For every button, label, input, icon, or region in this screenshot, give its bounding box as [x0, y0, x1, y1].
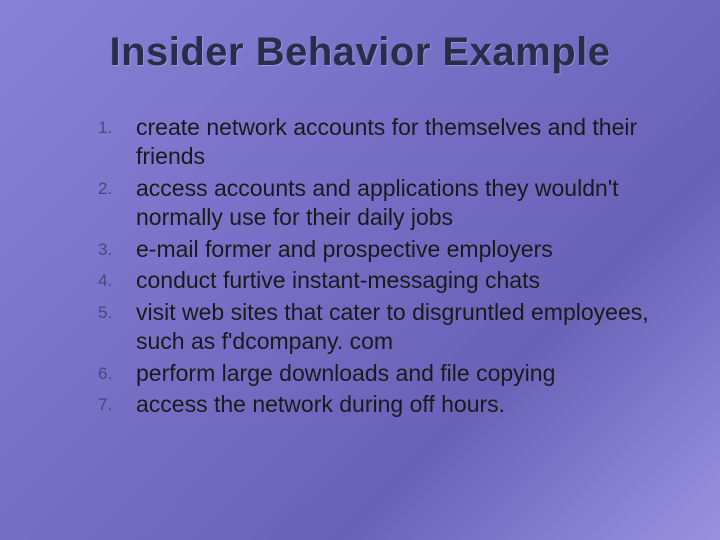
- list-text: create network accounts for themselves a…: [128, 113, 680, 172]
- list-item: 2. access accounts and applications they…: [98, 174, 680, 233]
- list-number: 1.: [98, 113, 128, 139]
- list-item: 5. visit web sites that cater to disgrun…: [98, 298, 680, 357]
- list-item: 7. access the network during off hours.: [98, 390, 680, 419]
- list-number: 6.: [98, 359, 128, 385]
- list-text: visit web sites that cater to disgruntle…: [128, 298, 680, 357]
- list-item: 1. create network accounts for themselve…: [98, 113, 680, 172]
- list-number: 5.: [98, 298, 128, 324]
- list-number: 3.: [98, 235, 128, 261]
- list-item: 4. conduct furtive instant-messaging cha…: [98, 266, 680, 295]
- list-number: 4.: [98, 266, 128, 292]
- list-text: access the network during off hours.: [128, 390, 505, 419]
- list-item: 6. perform large downloads and file copy…: [98, 359, 680, 388]
- list-text: access accounts and applications they wo…: [128, 174, 680, 233]
- list-text: e-mail former and prospective employers: [128, 235, 553, 264]
- list-text: conduct furtive instant-messaging chats: [128, 266, 540, 295]
- slide: Insider Behavior Example 1. create netwo…: [0, 0, 720, 540]
- list-number: 7.: [98, 390, 128, 416]
- list-item: 3. e-mail former and prospective employe…: [98, 235, 680, 264]
- numbered-list: 1. create network accounts for themselve…: [40, 113, 680, 419]
- list-text: perform large downloads and file copying: [128, 359, 555, 388]
- list-number: 2.: [98, 174, 128, 200]
- page-title: Insider Behavior Example: [40, 30, 680, 75]
